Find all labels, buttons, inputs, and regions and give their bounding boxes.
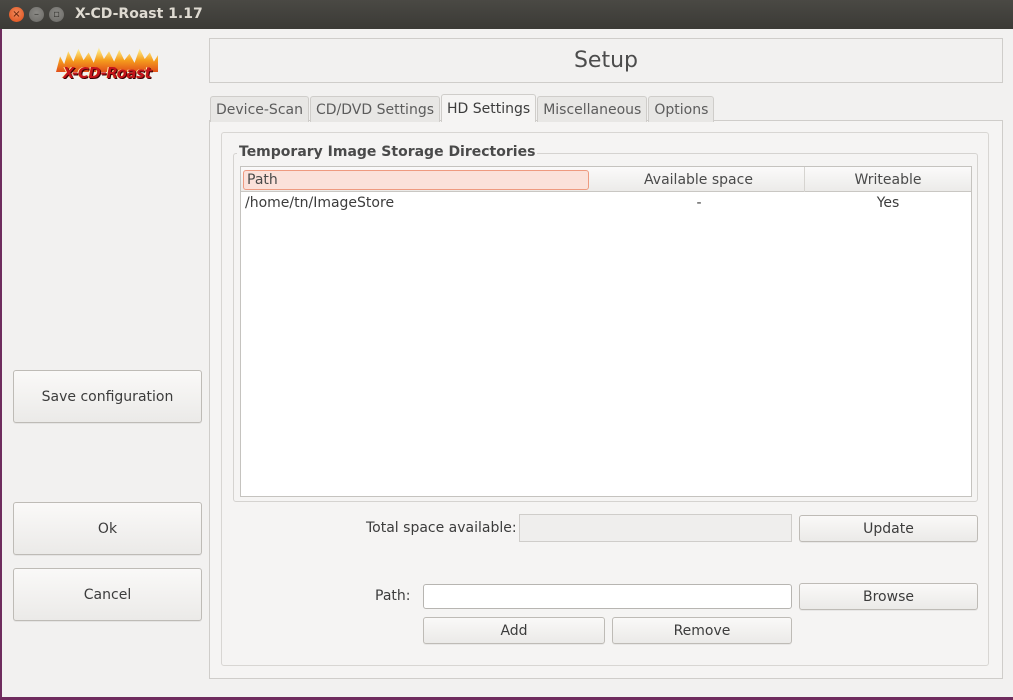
maximize-icon: ▫: [53, 8, 60, 20]
remove-button[interactable]: Remove: [612, 617, 792, 644]
column-header-path[interactable]: Path: [243, 170, 589, 190]
ok-button[interactable]: Ok: [13, 502, 202, 555]
save-configuration-button[interactable]: Save configuration: [13, 370, 202, 423]
logo-text: X-CD-Roast: [62, 64, 152, 82]
cancel-button[interactable]: Cancel: [13, 568, 202, 621]
column-header-available-space[interactable]: Available space: [593, 167, 805, 192]
update-button[interactable]: Update: [799, 515, 978, 542]
path-input[interactable]: [423, 584, 792, 609]
tab-hd-settings[interactable]: HD Settings: [441, 94, 537, 122]
add-button[interactable]: Add: [423, 617, 605, 644]
tab-bar: Device-Scan CD/DVD Settings HD Settings …: [210, 94, 715, 122]
cell-available-space: -: [696, 195, 702, 211]
window-title: X-CD-Roast 1.17: [75, 6, 203, 22]
column-header-writeable[interactable]: Writeable: [805, 167, 971, 192]
total-space-field: [519, 514, 792, 542]
tab-cd-dvd-settings[interactable]: CD/DVD Settings: [309, 96, 441, 122]
minimize-window-button[interactable]: –: [29, 7, 44, 22]
list-header: Path Available space Writeable: [241, 167, 971, 192]
cell-path: /home/tn/ImageStore: [245, 195, 395, 211]
path-label: Path:: [375, 588, 411, 604]
browse-button[interactable]: Browse: [799, 583, 978, 610]
tab-options[interactable]: Options: [648, 96, 715, 122]
cell-writeable: Yes: [876, 195, 900, 211]
tab-device-scan[interactable]: Device-Scan: [210, 96, 309, 122]
close-icon: ×: [12, 8, 21, 20]
directories-list[interactable]: Path Available space Writeable /home/tn/…: [240, 166, 972, 497]
minimize-icon: –: [34, 8, 39, 20]
app-logo: X-CD-Roast: [52, 46, 162, 86]
close-window-button[interactable]: ×: [9, 7, 24, 22]
tab-miscellaneous[interactable]: Miscellaneous: [537, 96, 648, 122]
window-border: [0, 29, 2, 700]
title-bar: × – ▫ X-CD-Roast 1.17: [0, 0, 1013, 29]
table-row[interactable]: /home/tn/ImageStore - Yes: [241, 193, 971, 213]
page-title: Setup: [209, 38, 1003, 83]
maximize-window-button[interactable]: ▫: [49, 7, 64, 22]
total-space-label: Total space available:: [366, 520, 517, 536]
group-title: Temporary Image Storage Directories: [237, 144, 538, 160]
